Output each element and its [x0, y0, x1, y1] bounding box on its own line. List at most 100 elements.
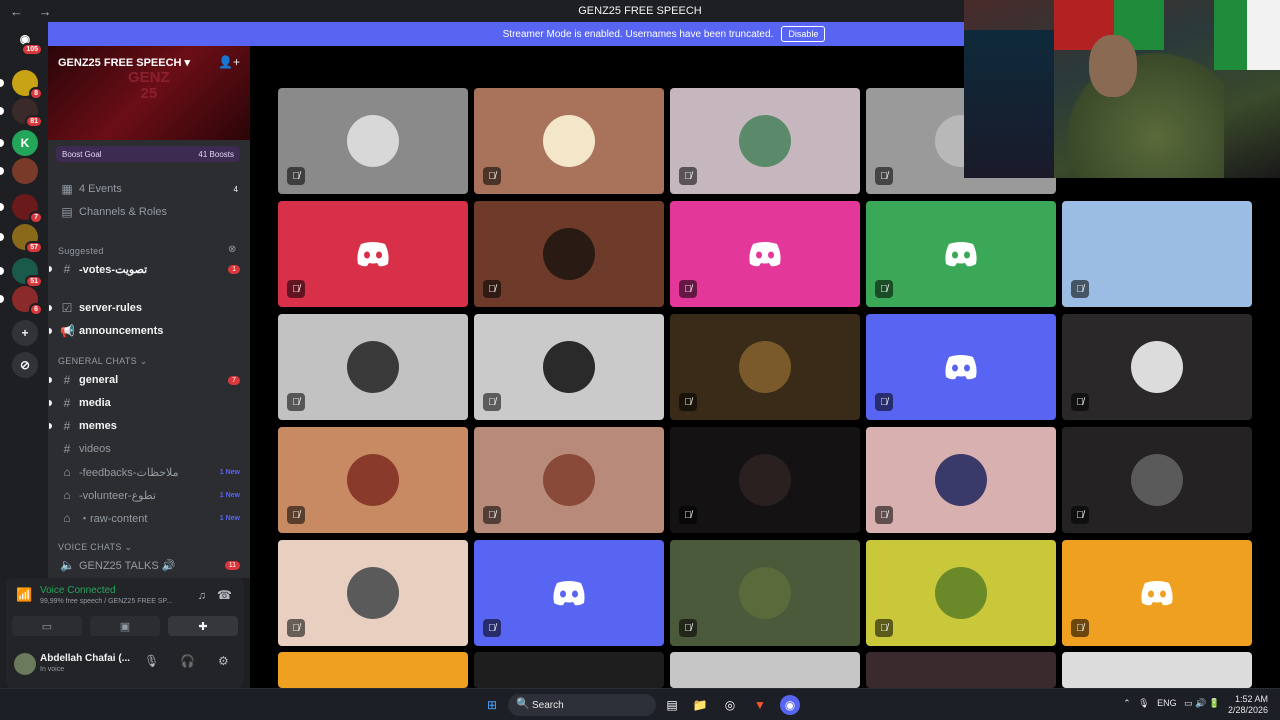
boost-goal-bar[interactable]: Boost Goal 41 Boosts	[56, 146, 240, 162]
category-general[interactable]: GENERAL CHATS ⌄	[58, 356, 148, 367]
channel-label: Channels & Roles	[79, 206, 168, 218]
task-view-icon[interactable]: ▤	[662, 695, 682, 715]
video-tile[interactable]: 🎙̸	[278, 88, 468, 194]
signal-icon[interactable]: 📶	[16, 587, 32, 603]
video-tile[interactable]: 🎙̸	[1062, 540, 1252, 646]
muted-mic-icon: 🎙̸	[679, 167, 697, 185]
video-tile[interactable]: 🎙̸	[866, 201, 1056, 307]
muted-mic-icon: 🎙̸	[287, 280, 305, 298]
channel-item[interactable]: # memes	[48, 416, 250, 436]
discord-taskbar-icon[interactable]: ◉	[780, 695, 800, 715]
channel-item[interactable]: # videos	[48, 439, 250, 459]
video-tile[interactable]: 🎙̸	[278, 540, 468, 646]
channel-item[interactable]: # media	[48, 393, 250, 413]
video-tile[interactable]: 🎙̸	[670, 427, 860, 533]
video-tile[interactable]: 🎙̸	[866, 540, 1056, 646]
server-badge: 7	[29, 211, 43, 224]
unread-pip	[0, 295, 4, 303]
start-button[interactable]: ⊞	[482, 695, 502, 715]
unread-dot	[49, 328, 52, 334]
category-voice[interactable]: VOICE CHATS ⌄	[58, 542, 132, 553]
video-tile[interactable]: 🎙̸	[670, 201, 860, 307]
video-tile[interactable]	[474, 652, 664, 688]
channel-item[interactable]: 📢 announcements	[48, 321, 250, 341]
channel-item[interactable]: ☑ server-rules	[48, 298, 250, 318]
video-tile[interactable]: 🎙̸	[278, 314, 468, 420]
video-tile[interactable]: 🎙̸	[474, 314, 664, 420]
channel-item[interactable]: ⌂ -feedbacks-ملاحظات 1 New	[48, 462, 250, 482]
video-tile[interactable]	[278, 652, 468, 688]
video-tile[interactable]: 🎙̸	[866, 427, 1056, 533]
channel-item[interactable]: 🔈 GENZ25 TALKS 🔊 11	[48, 555, 250, 575]
explore-icon[interactable]: ⊘	[12, 352, 38, 378]
video-tile[interactable]	[670, 652, 860, 688]
server-badge: 8	[29, 87, 43, 100]
participant-avatar	[347, 115, 399, 167]
video-tile[interactable]: 🎙̸	[866, 314, 1056, 420]
unread-pip	[0, 107, 4, 115]
video-tile[interactable]: 🎙̸	[670, 540, 860, 646]
rules-icon: ☑	[61, 301, 73, 315]
video-tile[interactable]: 🎙̸	[474, 201, 664, 307]
server-icon[interactable]	[12, 158, 38, 184]
server-icon[interactable]: 8	[12, 70, 43, 100]
screenshare-button[interactable]: ▣	[90, 616, 160, 636]
mic-icon[interactable]: 🎙	[144, 654, 159, 668]
user-panel[interactable]: Abdellah Chafai (... In voice 🎙 🎧 ⚙	[6, 648, 244, 688]
mention-badge: 1	[228, 264, 240, 274]
server-icon[interactable]: 6	[12, 286, 43, 316]
muted-mic-icon: 🎙̸	[483, 393, 501, 411]
channel-item[interactable]: # -votes-تصويت 1	[48, 259, 250, 279]
activities-button[interactable]: ✚	[168, 616, 238, 636]
video-tile[interactable]: 🎙̸	[474, 427, 664, 533]
server-icon[interactable]: 51	[12, 258, 43, 288]
video-tile[interactable]: 🎙̸	[278, 201, 468, 307]
server-icon[interactable]: 57	[12, 224, 43, 254]
brave-icon[interactable]: ▼	[750, 695, 770, 715]
channel-item[interactable]: ⌂ -volunteer-تطوع 1 New	[48, 485, 250, 505]
mention-badge: 4	[233, 184, 238, 194]
language-indicator[interactable]: ENG	[1157, 698, 1177, 708]
events-item[interactable]: ▦ 4 Events 4	[48, 179, 250, 199]
channel-label: -feedbacks-ملاحظات	[79, 466, 179, 479]
server-name[interactable]: GENZ25 FREE SPEECH ▾	[58, 56, 190, 69]
server-icon[interactable]: 81	[12, 98, 43, 128]
video-tile[interactable]: 🎙̸	[474, 540, 664, 646]
video-tile[interactable]: 🎙̸	[1062, 201, 1252, 307]
video-tile[interactable]: 🎙̸	[1062, 427, 1252, 533]
video-tile[interactable]	[866, 652, 1056, 688]
channel-item[interactable]: # general 7	[48, 370, 250, 390]
direct-messages-icon[interactable]: ◉ 105	[12, 26, 43, 56]
camera-button[interactable]: ▭	[12, 616, 82, 636]
channel-item[interactable]: ⌂ ・raw-content 1 New	[48, 508, 250, 528]
video-tile[interactable]: 🎙̸	[670, 88, 860, 194]
disconnect-icon[interactable]: ☎	[217, 588, 232, 602]
file-explorer-icon[interactable]: 📁	[690, 695, 710, 715]
disable-button[interactable]: Disable	[781, 26, 826, 42]
video-tile[interactable]: 🎙̸	[670, 314, 860, 420]
close-icon[interactable]: ⊗	[228, 244, 236, 255]
headphones-icon[interactable]: 🎧	[180, 654, 195, 668]
add-server-icon[interactable]: +	[12, 320, 38, 346]
clock[interactable]: 1:52 AM 2/28/2026	[1228, 694, 1268, 716]
gear-icon[interactable]: ⚙	[218, 654, 229, 668]
video-tile[interactable]	[1062, 652, 1252, 688]
unread-dot	[49, 305, 52, 311]
video-tile[interactable]: 🎙̸	[1062, 314, 1252, 420]
muted-mic-icon: 🎙̸	[679, 619, 697, 637]
server-letter: K	[20, 136, 30, 150]
app-icon[interactable]: ◎	[720, 695, 740, 715]
muted-mic-icon: 🎙̸	[1071, 393, 1089, 411]
video-tile[interactable]: 🎙̸	[474, 88, 664, 194]
voice-status[interactable]: Voice Connected	[40, 585, 116, 596]
video-tile[interactable]: 🎙̸	[278, 427, 468, 533]
search-input[interactable]: 🔍 Search	[508, 694, 656, 716]
avatar[interactable]	[14, 653, 36, 675]
channels-roles-item[interactable]: ▤ Channels & Roles	[48, 202, 250, 222]
server-icon[interactable]: 7	[12, 194, 43, 224]
soundboard-icon[interactable]: ♫	[198, 590, 206, 602]
unread-dot	[49, 377, 52, 383]
invite-icon[interactable]: 👤+	[218, 55, 240, 69]
server-icon[interactable]: K	[12, 130, 38, 156]
system-tray[interactable]: ⌃ 🎙 ENG ▭ 🔊 🔋	[1123, 698, 1220, 709]
